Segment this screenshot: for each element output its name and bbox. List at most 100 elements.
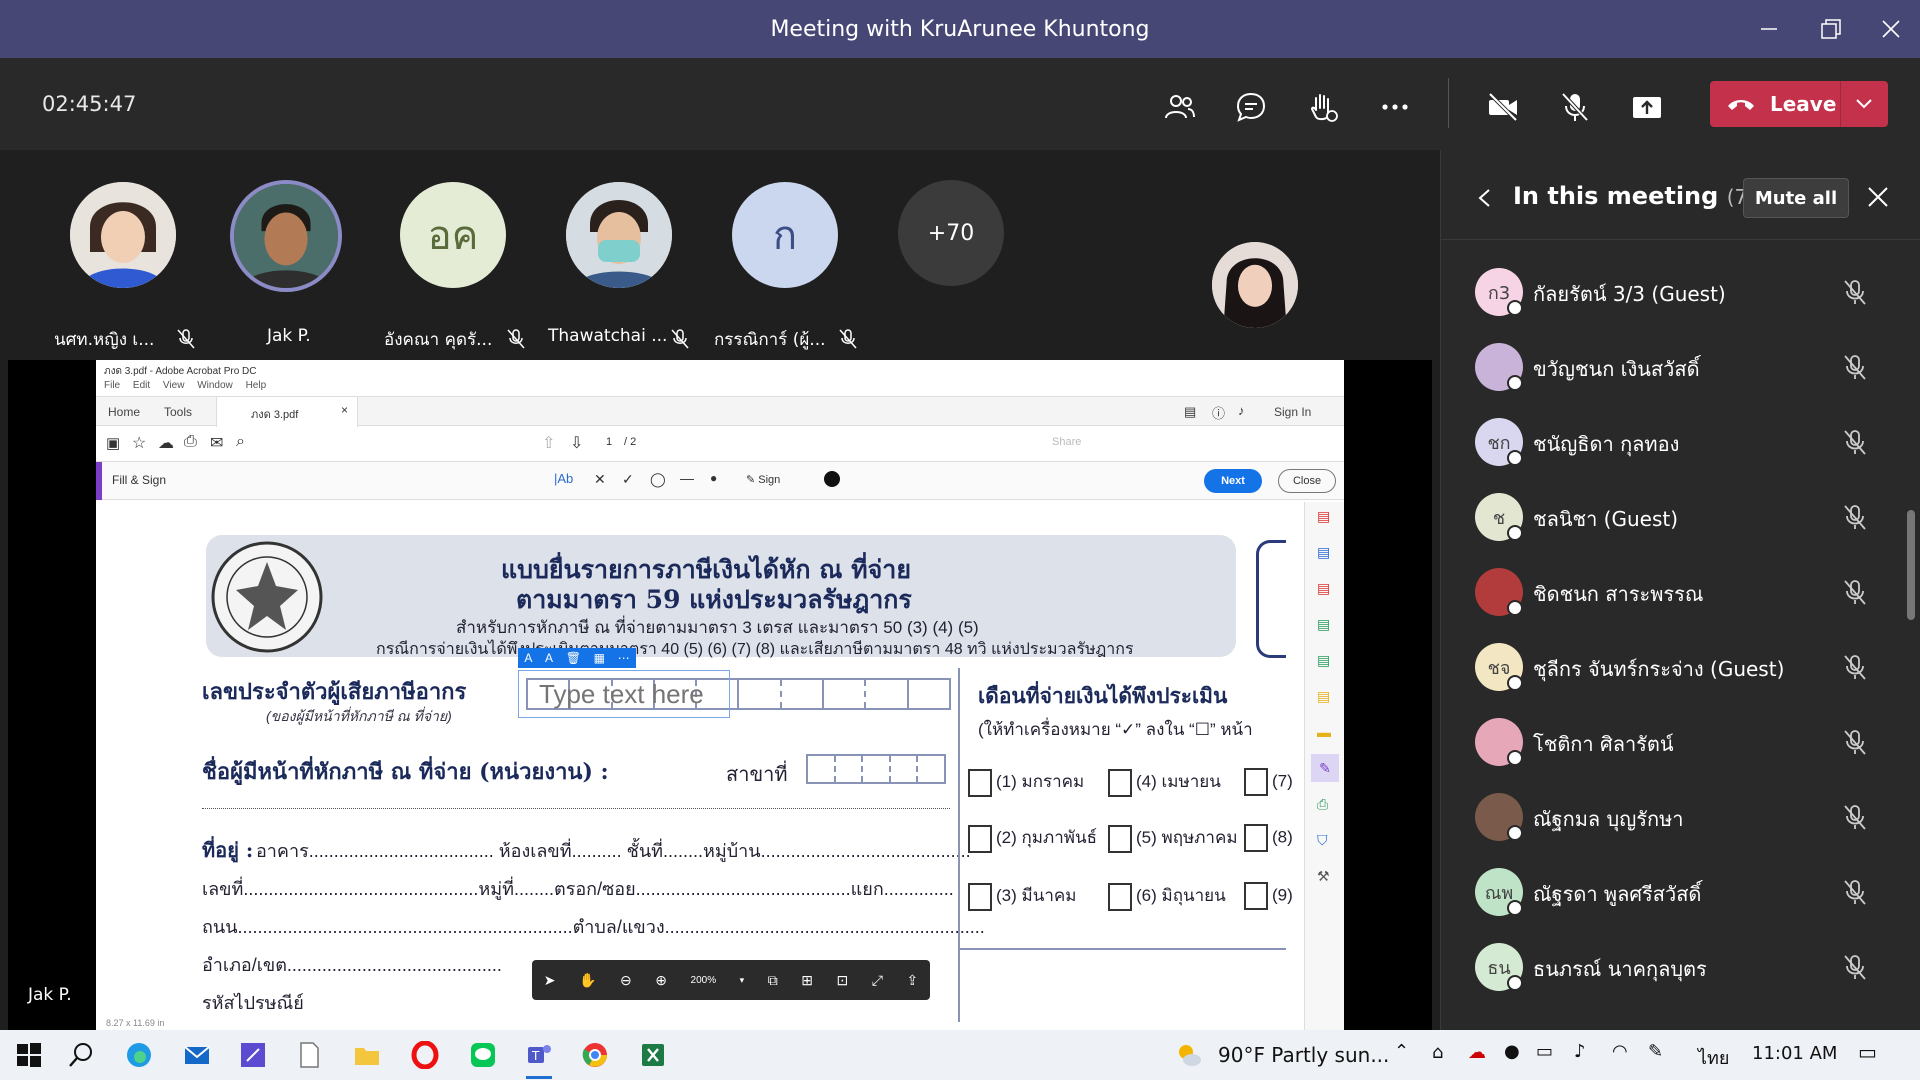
month-checkbox[interactable] (968, 882, 992, 911)
search-icon[interactable]: ⌕ (236, 433, 245, 451)
protect-icon[interactable]: ⛉ (1317, 832, 1328, 849)
menu-window[interactable]: Window (197, 380, 233, 391)
mic-muted-icon[interactable] (1841, 878, 1869, 906)
select-tool-icon[interactable]: ➤ (544, 972, 556, 989)
zoom-level[interactable]: 200% (691, 975, 717, 986)
mic-muted-icon[interactable] (1841, 953, 1869, 981)
reactions-button[interactable] (1296, 80, 1350, 134)
delete-icon[interactable]: 🗑 (566, 651, 581, 665)
clock[interactable]: 11:01 AM (1752, 1043, 1837, 1064)
camera-toggle-button[interactable] (1476, 80, 1530, 134)
month-option[interactable]: (6) มิถุนายน (1108, 882, 1226, 911)
microphone-tray-icon[interactable]: ● (1504, 1041, 1520, 1062)
month-checkbox[interactable] (1108, 768, 1132, 797)
month-checkbox[interactable] (1244, 882, 1268, 910)
restore-button[interactable] (1802, 0, 1860, 58)
prev-page-icon[interactable]: ⇧ (542, 433, 555, 453)
wifi-icon[interactable]: ◠ (1612, 1041, 1628, 1062)
participant-row[interactable]: ช ชลนิชา (Guest) (1441, 479, 1920, 554)
menu-file[interactable]: File (104, 380, 120, 391)
opera-app[interactable] (408, 1038, 442, 1072)
decrease-font-icon[interactable]: A (524, 651, 532, 665)
participant-row[interactable]: ขวัญชนก เงินสวัสดิ์ (1441, 329, 1920, 404)
mic-muted-icon[interactable] (1841, 803, 1869, 831)
menu-edit[interactable]: Edit (133, 380, 150, 391)
comment-icon[interactable]: ▤ (1184, 404, 1196, 420)
participant-row[interactable]: ชก ชนัญธิดา กุลทอง (1441, 404, 1920, 479)
tab-document[interactable]: ภงด 3.pdf × (216, 397, 358, 427)
self-view[interactable] (1194, 182, 1344, 332)
chrome-app[interactable] (578, 1038, 612, 1072)
mail-icon[interactable]: ✉ (210, 433, 223, 453)
month-option[interactable]: (7) (1244, 768, 1293, 796)
star-icon[interactable]: ☆ (132, 433, 146, 453)
start-button[interactable] (12, 1038, 46, 1072)
line-icon[interactable]: — (680, 470, 694, 486)
month-option[interactable]: (5) พฤษภาคม (1108, 824, 1238, 853)
weather-widget[interactable] (1172, 1038, 1206, 1072)
mail-app[interactable] (180, 1038, 214, 1072)
participant-row[interactable]: ณพ ณัฐรดา พูลศรีสวัสดิ์ (1441, 854, 1920, 929)
increase-font-icon[interactable]: A (545, 651, 553, 665)
comb-icon[interactable]: ▦ (594, 651, 605, 665)
mic-muted-icon[interactable] (1841, 278, 1869, 306)
mic-muted-icon[interactable] (1841, 653, 1869, 681)
month-checkbox[interactable] (1244, 768, 1268, 796)
gallery-participant-4[interactable]: Thawatchai ... (546, 182, 696, 349)
month-option[interactable]: (3) มีนาคม (968, 882, 1076, 911)
leave-button[interactable]: Leave (1710, 81, 1888, 127)
tab-tools[interactable]: Tools (164, 405, 192, 419)
fullscreen-icon[interactable]: ⤢ (872, 972, 883, 989)
participants-button[interactable] (1152, 80, 1206, 134)
camera-tray-icon[interactable]: ⌂ (1432, 1042, 1443, 1063)
mic-muted-icon[interactable] (1841, 428, 1869, 456)
next-page-icon[interactable]: ⇩ (570, 433, 583, 453)
participant-row[interactable]: โชติกา ศิลารัตน์ (1441, 704, 1920, 779)
month-checkbox[interactable] (1244, 824, 1268, 852)
print-production-icon[interactable]: ⎙ (1317, 796, 1328, 813)
edge-app[interactable] (122, 1038, 156, 1072)
pen-icon[interactable]: ✎ (1648, 1041, 1663, 1062)
close-window-button[interactable] (1862, 0, 1920, 58)
close-tab-icon[interactable]: × (341, 403, 348, 417)
add-text-icon[interactable]: |Ab (554, 471, 573, 486)
gallery-participant-2[interactable]: Jak P. (208, 180, 358, 346)
onedrive-tray-icon[interactable]: ☁ (1468, 1042, 1486, 1063)
excel-export-icon[interactable]: ▤ (1317, 652, 1330, 669)
fit-page-icon[interactable]: ⊞ (801, 972, 813, 989)
month-checkbox[interactable] (1108, 824, 1132, 853)
month-option[interactable]: (2) กุมภาพันธ์ (968, 824, 1097, 853)
leave-options-button[interactable] (1840, 81, 1888, 127)
more-options-icon[interactable]: ⋯ (618, 651, 630, 665)
zoom-dropdown-icon[interactable]: ▾ (740, 975, 745, 986)
mic-muted-icon[interactable] (1841, 503, 1869, 531)
file-explorer-app[interactable] (350, 1038, 384, 1072)
gallery-participant-3[interactable]: อค อังคณา คุดรั... (380, 182, 530, 350)
hand-tool-icon[interactable]: ✋ (579, 972, 596, 989)
dot-icon[interactable]: ● (710, 471, 717, 485)
minimize-button[interactable] (1740, 0, 1798, 58)
share-button[interactable]: Share (1052, 436, 1081, 448)
visual-studio-app[interactable] (236, 1038, 270, 1072)
volume-icon[interactable]: ♪ (1574, 1041, 1586, 1062)
create-pdf-icon[interactable]: ▤ (1317, 544, 1330, 561)
close-panel-icon[interactable] (1867, 186, 1889, 208)
month-option[interactable]: (1) มกราคม (968, 768, 1084, 797)
notifications-icon[interactable]: ▭ (1858, 1040, 1877, 1064)
help-icon[interactable]: ⓘ (1212, 403, 1225, 422)
month-option[interactable]: (8) (1244, 824, 1293, 852)
teams-app[interactable]: T (522, 1038, 556, 1072)
battery-icon[interactable]: ▭ (1536, 1041, 1553, 1062)
month-checkbox[interactable] (968, 824, 992, 853)
bell-icon[interactable]: ♪ (1238, 403, 1245, 418)
check-mark-icon[interactable]: ✓ (622, 471, 634, 488)
month-checkbox[interactable] (968, 768, 992, 797)
export-icon[interactable]: ⇪ (907, 972, 919, 989)
menu-view[interactable]: View (163, 380, 185, 391)
more-actions-button[interactable] (1368, 80, 1422, 134)
cross-mark-icon[interactable]: ✕ (594, 471, 606, 488)
close-button[interactable]: Close (1278, 469, 1336, 493)
page-current[interactable]: 1 (606, 436, 612, 448)
ellipse-icon[interactable]: ◯ (650, 471, 666, 488)
fit-width-icon[interactable]: ⊡ (837, 972, 849, 989)
